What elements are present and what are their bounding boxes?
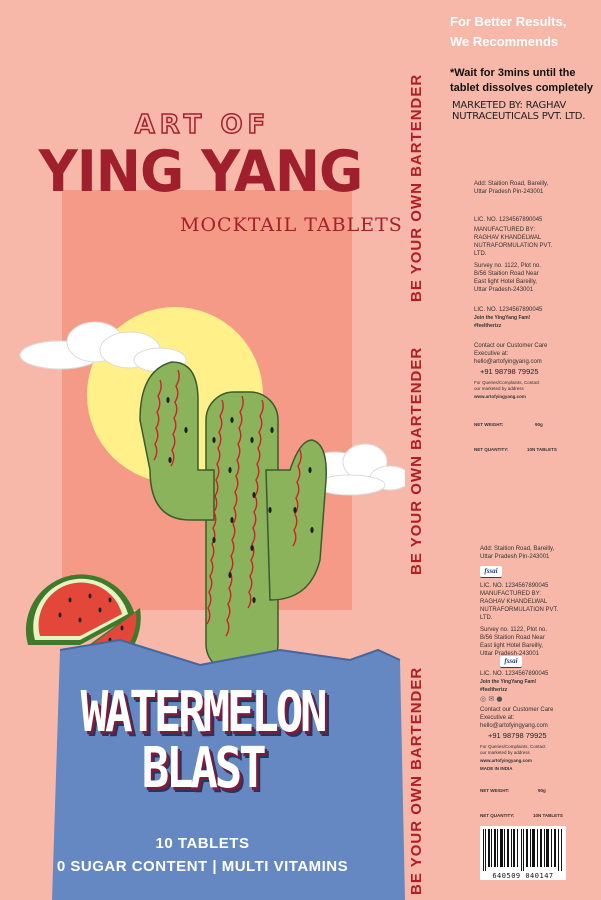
slogan-top: BE YOUR OWN BARTENDER (408, 73, 425, 302)
fam-2: Join the YingYang Fam! (480, 679, 537, 685)
net-weight-1: 90g (535, 422, 543, 427)
slogan-bottom: BE YOUR OWN BARTENDER (408, 666, 425, 895)
made-in-india: MADE IN INDIA (480, 766, 513, 771)
phone-1: +91 98798 79925 (480, 367, 539, 376)
marketed-line-2: NUTRACEUTICALS PVT. LTD. (452, 111, 586, 122)
marketed-by: MARKETED BY: RAGHAV NUTRACEUTICALS PVT. … (452, 100, 601, 122)
customer-care-1: Contact our Customer Care Executive at: he… (474, 343, 548, 365)
fam-1: Join the YingYang Fam! (474, 315, 531, 321)
dissolve-instruction: *Wait for 3mins until the tablet dissolv… (450, 66, 598, 96)
product-claims: 0 SUGAR CONTENT | MULTI VITAMINS (56, 858, 349, 875)
tablet-count: 10 TABLETS (155, 835, 250, 852)
cactus-icon (139, 361, 327, 673)
phone-2: +91 98798 79925 (488, 731, 547, 740)
barcode-bars-icon (483, 829, 562, 871)
website-1: www.artofyingyang.com (474, 394, 526, 399)
net-weight-label-2: NET WEIGHT: (480, 788, 510, 793)
hashtag-1: #feeltherizz (474, 323, 502, 329)
address-2: Add: Staition Road, Bareilly, Uttar Prade… (480, 546, 555, 560)
slogan-middle: BE YOUR OWN BARTENDER (408, 346, 425, 575)
survey-address-2: Survey no. 1122, Plot no. B/56 Staition R… (480, 627, 547, 657)
net-weight-2: 90g (538, 788, 546, 793)
survey-address-1: Survey no. 1122, Plot no. B/56 Staition R… (474, 263, 541, 293)
hashtag-2: #feeltherizz (480, 687, 508, 693)
net-qty-label-2: NET QUANTITY: (480, 813, 515, 818)
social-icons: ◎ ✉ ● (480, 695, 503, 703)
recommendation-heading: For Better Results, We Recommends (450, 12, 600, 52)
license-2b: LIC. NO. 1234567890045 (480, 671, 549, 677)
queries-1: For Queries/Complaints, Contact our marke… (474, 380, 540, 391)
fssai-logo-icon-2: fssai (500, 656, 522, 668)
address-1: Add: Staition Road, Bareilly, Uttar Prade… (474, 181, 549, 195)
customer-care-2: Contact our Customer Care Executive at: he… (480, 707, 554, 729)
front-panel: ART OF YING YANG MOCKTAIL TABLETS WATERM… (0, 0, 405, 900)
license-1b: LIC. NO. 1234567890045 (474, 307, 543, 313)
flavor-line-2: BLAST (141, 736, 267, 801)
fssai-logo-icon: fssai (480, 566, 502, 578)
barcode-digits: 640509 040147 (492, 872, 554, 880)
brand-subtitle: MOCKTAIL TABLETS (180, 214, 403, 236)
manufacturer-2: MANUFACTURED BY: RAGHAV KHANDELWAL NUTRAFO… (480, 591, 559, 621)
brand-prefix: ART OF (134, 109, 271, 141)
license-1: LIC. NO. 1234567890045 (474, 217, 543, 223)
license-2: LIC. NO. 1234567890045 (480, 583, 549, 589)
manufacturer-1: MANUFACTURED BY: RAGHAV KHANDELWAL NUTRAFO… (474, 227, 553, 257)
net-qty-1: 10N TABLETS (527, 447, 557, 452)
recommend-line-1: For Better Results, (450, 14, 567, 29)
queries-2: For Queries/Complaints, Contact our marke… (480, 744, 546, 755)
recommend-line-2: We Recommends (450, 34, 559, 49)
net-weight-label-1: NET WEIGHT: (474, 422, 504, 427)
net-qty-label-1: NET QUANTITY: (474, 447, 509, 452)
website-2: www.artofyingyang.com (480, 758, 532, 763)
brand-name: YING YANG (38, 138, 364, 205)
marketed-line-1: MARKETED BY: RAGHAV (452, 100, 566, 111)
wait-line-1: *Wait for 3mins until the (450, 67, 576, 79)
net-qty-2: 10N TABLETS (533, 813, 563, 818)
wait-line-2: tablet dissolves completely (450, 82, 594, 94)
